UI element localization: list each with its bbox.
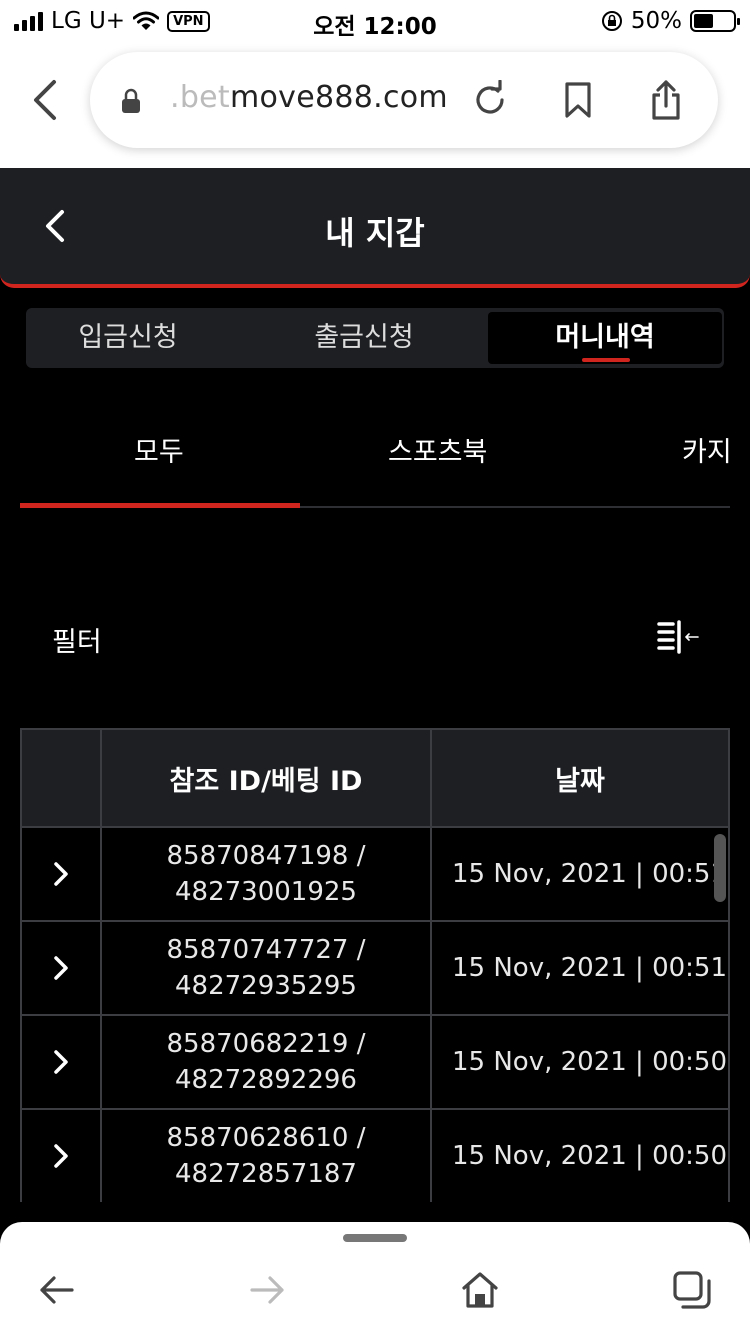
header-date: 날짜 xyxy=(432,730,730,826)
tab-active-indicator xyxy=(20,503,300,508)
sheet-handle[interactable] xyxy=(343,1234,407,1242)
tabs-icon[interactable] xyxy=(672,1270,712,1310)
header-ref-id: 참조 ID/베팅 ID xyxy=(102,730,432,826)
table-scrollbar[interactable] xyxy=(714,834,726,902)
ref-id-cell: 85870628610 / 48272857187 xyxy=(102,1110,432,1202)
tab-active-indicator xyxy=(582,358,630,362)
header-expand-cell xyxy=(22,730,102,826)
bookmark-icon[interactable] xyxy=(558,80,598,120)
bet-id: 48272935295 xyxy=(175,971,357,1001)
date-cell: 15 Nov, 2021 | 00:50 xyxy=(432,1110,730,1202)
collapse-filter-icon[interactable] xyxy=(656,618,700,658)
ref-id-cell: 85870847198 / 48273001925 xyxy=(102,828,432,920)
table-header: 참조 ID/베팅 ID 날짜 xyxy=(20,728,730,828)
browser-bottom-bar xyxy=(0,1222,750,1334)
nav-back-icon[interactable] xyxy=(36,1270,76,1310)
home-icon[interactable] xyxy=(460,1270,500,1310)
bet-id: 48273001925 xyxy=(175,877,357,907)
table-row[interactable]: 85870747727 / 48272935295 15 Nov, 2021 | … xyxy=(20,922,730,1016)
tab-deposit[interactable]: 입금신청 xyxy=(30,312,226,364)
wallet-tabs: 입금신청 출금신청 머니내역 xyxy=(26,308,724,368)
tab-withdraw[interactable]: 출금신청 xyxy=(266,312,462,364)
chevron-right-icon[interactable] xyxy=(53,1143,69,1169)
tab-money-history-label: 머니내역 xyxy=(555,322,655,353)
share-icon[interactable] xyxy=(646,80,686,120)
date-cell: 15 Nov, 2021 | 00:51 xyxy=(432,828,730,920)
ref-id: 85870847198 / xyxy=(166,841,366,871)
ref-id: 85870682219 / xyxy=(166,1029,366,1059)
ref-id: 85870628610 / xyxy=(166,1123,366,1153)
chevron-right-icon[interactable] xyxy=(53,1049,69,1075)
table-row[interactable]: 85870847198 / 48273001925 15 Nov, 2021 | … xyxy=(20,828,730,922)
money-history-table: 참조 ID/베팅 ID 날짜 85870847198 / 48273001925 … xyxy=(20,728,730,1202)
reload-icon[interactable] xyxy=(470,80,510,120)
date-cell: 15 Nov, 2021 | 00:51 xyxy=(432,922,730,1014)
bet-id: 48272892296 xyxy=(175,1065,357,1095)
category-tabs: 모두 스포츠북 카지 xyxy=(20,410,750,508)
table-row[interactable]: 85870682219 / 48272892296 15 Nov, 2021 | … xyxy=(20,1016,730,1110)
tab-casino[interactable]: 카지 xyxy=(682,430,732,469)
tab-all[interactable]: 모두 xyxy=(134,430,184,469)
browser-back-icon[interactable] xyxy=(30,78,60,122)
browser-toolbar: .betmove888.com xyxy=(0,44,750,168)
chevron-right-icon[interactable] xyxy=(53,861,69,887)
battery-icon xyxy=(690,10,740,32)
ref-id: 85870747727 / xyxy=(166,935,366,965)
ref-id-cell: 85870747727 / 48272935295 xyxy=(102,922,432,1014)
status-bar: LG U+ VPN 오전 12:00 50% xyxy=(0,0,750,44)
app-header: 내 지갑 xyxy=(0,168,750,288)
url-text[interactable]: .betmove888.com xyxy=(170,80,448,115)
nav-forward-icon[interactable] xyxy=(248,1270,288,1310)
battery-percent: 50% xyxy=(630,8,682,34)
ref-id-cell: 85870682219 / 48272892296 xyxy=(102,1016,432,1108)
address-bar[interactable]: .betmove888.com xyxy=(90,52,718,148)
tab-sportsbook[interactable]: 스포츠북 xyxy=(388,430,487,469)
filter-label: 필터 xyxy=(52,627,102,658)
bet-id: 48272857187 xyxy=(175,1159,357,1189)
page-title: 내 지갑 xyxy=(325,214,425,252)
chevron-right-icon[interactable] xyxy=(53,955,69,981)
date-cell: 15 Nov, 2021 | 00:50 xyxy=(432,1016,730,1108)
orientation-lock-icon xyxy=(601,11,622,31)
lock-icon xyxy=(122,88,140,113)
table-row[interactable]: 85870628610 / 48272857187 15 Nov, 2021 | … xyxy=(20,1110,730,1202)
tab-money-history[interactable]: 머니내역 xyxy=(488,312,722,364)
